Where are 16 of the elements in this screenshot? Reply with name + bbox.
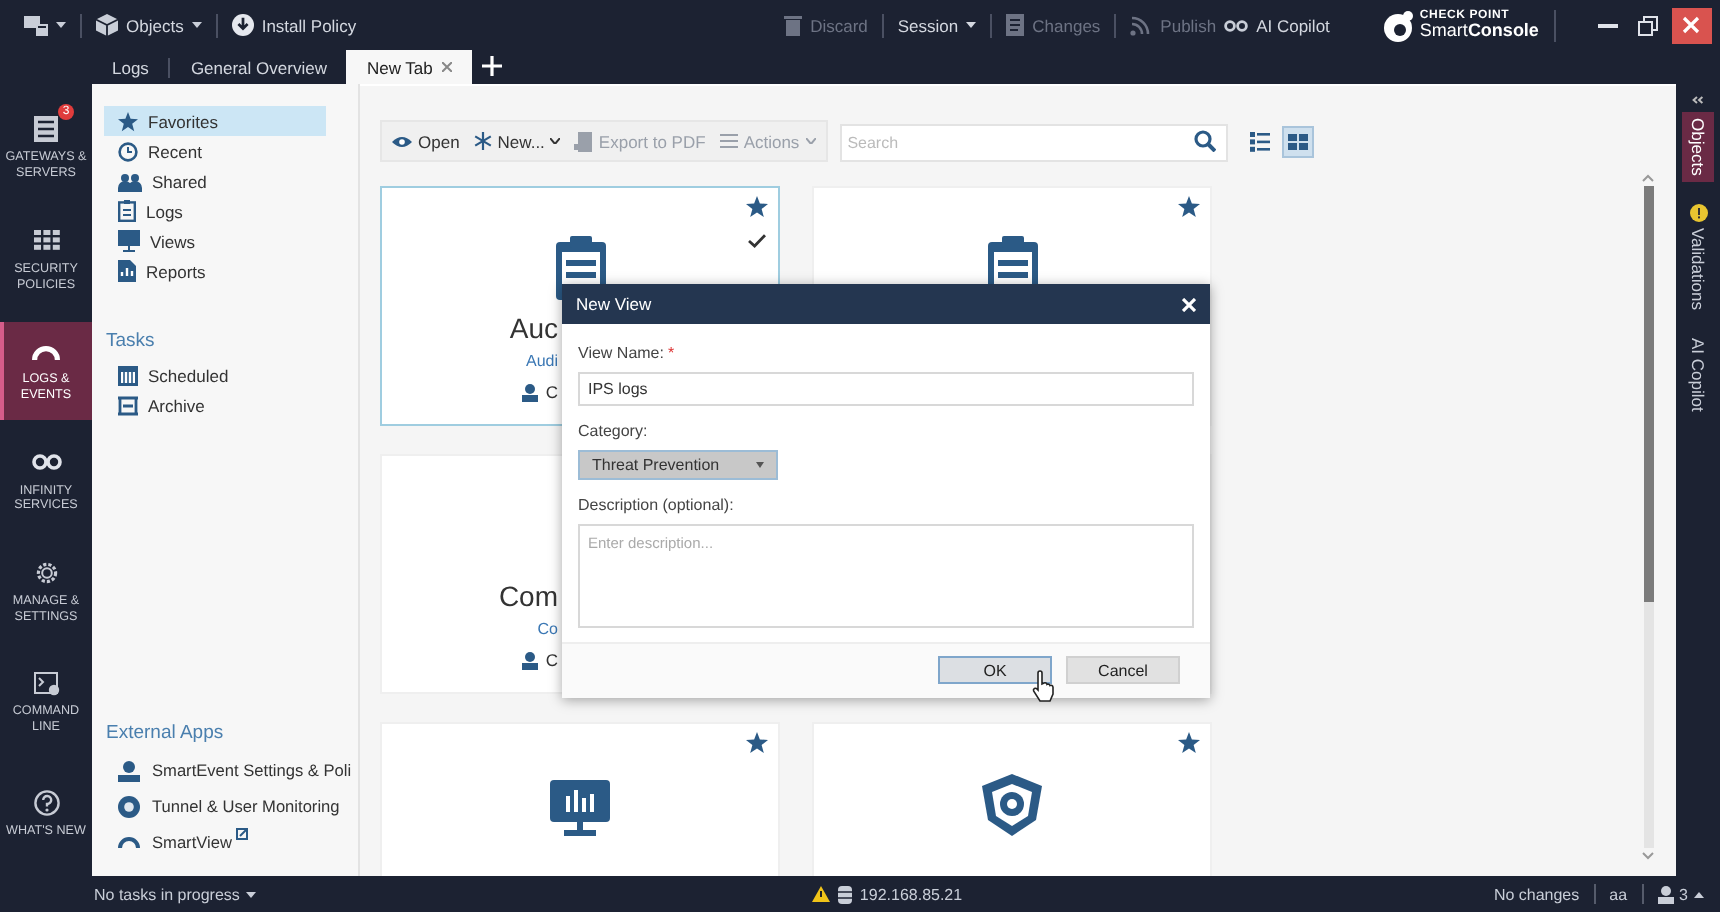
field-label: Description (optional): [578, 496, 734, 514]
dialog-title: New View [576, 294, 652, 314]
app-name: SmartConsole [1419, 22, 1539, 40]
card-title: Com [498, 580, 558, 612]
server-address: 192.168.85.21 [859, 885, 963, 903]
card-title: Auc [509, 312, 558, 344]
section-heading: Tasks [106, 330, 157, 352]
card-owner: C [545, 650, 558, 670]
required-mark: * [667, 344, 675, 362]
changes-status: No changes [1493, 885, 1580, 903]
section-heading: External Apps [106, 722, 226, 744]
field-label: Category: [578, 422, 648, 440]
field-label: View Name: [578, 344, 664, 362]
card-owner: C [545, 382, 558, 402]
card-subtitle: Co [537, 620, 558, 638]
card-subtitle: Audi [525, 352, 558, 370]
